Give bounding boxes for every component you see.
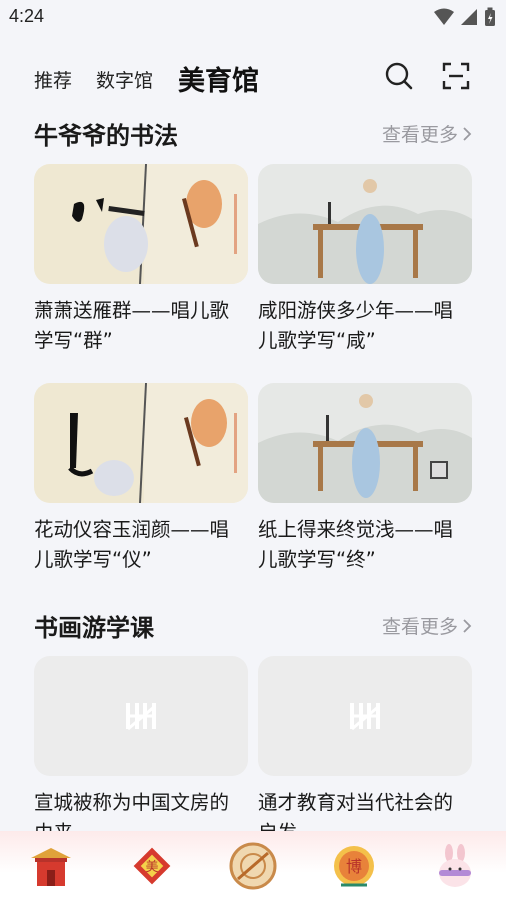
placeholder-logo-icon <box>350 703 380 731</box>
video-thumbnail <box>258 164 472 284</box>
bottom-nav-palace[interactable] <box>25 840 77 892</box>
video-thumbnail <box>34 383 248 503</box>
bottom-nav-knot[interactable]: 美 <box>126 840 178 892</box>
search-icon[interactable] <box>385 62 413 90</box>
bottom-nav-compass[interactable] <box>227 840 279 892</box>
battery-icon <box>485 7 495 26</box>
more-link-label: 查看更多 <box>381 616 458 638</box>
svg-text:美: 美 <box>145 860 158 875</box>
signal-icon <box>461 9 477 25</box>
video-card[interactable]: 纸上得来终觉浅——唱儿歌学写“终” <box>258 383 472 575</box>
section-title-calligraphy: 牛爷爷的书法 <box>34 122 178 150</box>
placeholder-logo-icon <box>126 703 156 731</box>
video-thumbnail <box>258 383 472 503</box>
chinese-knot-icon: 美 <box>133 847 171 885</box>
palace-icon <box>30 848 71 886</box>
section-title-painting-course: 书画游学课 <box>34 614 154 642</box>
bottom-nav: 美 博 <box>0 831 506 901</box>
tab-recommend[interactable]: 推荐 <box>34 66 72 93</box>
status-icons <box>434 7 496 27</box>
compass-icon <box>229 842 277 890</box>
rabbit-icon <box>439 844 472 887</box>
video-title: 咸阳游侠多少年——唱儿歌学写“咸” <box>258 299 454 352</box>
video-card[interactable]: 通才教育对当代社会的启发 <box>258 656 472 848</box>
video-card[interactable]: 萧萧送雁群——唱儿歌学写“群” <box>34 164 248 356</box>
wifi-icon <box>434 8 454 25</box>
status-bar: 4:24 <box>0 0 506 34</box>
status-time: 4:24 <box>9 6 45 26</box>
video-title: 纸上得来终觉浅——唱儿歌学写“终” <box>258 518 454 571</box>
bottom-nav-rabbit[interactable] <box>429 840 481 892</box>
museum-badge-icon: 博 <box>334 846 375 887</box>
more-link-painting-course[interactable]: 查看更多 <box>382 612 472 639</box>
chevron-right-icon <box>463 618 472 633</box>
video-title: 花动仪容玉润颜——唱儿歌学写“仪” <box>34 518 230 571</box>
thumbnail-placeholder <box>258 656 472 776</box>
video-title: 萧萧送雁群——唱儿歌学写“群” <box>34 299 230 352</box>
scan-icon[interactable] <box>442 62 470 90</box>
top-nav: 推荐 数字馆 美育馆 <box>0 50 506 102</box>
more-link-calligraphy[interactable]: 查看更多 <box>382 120 472 147</box>
svg-text:博: 博 <box>346 857 362 876</box>
more-link-label: 查看更多 <box>381 124 458 146</box>
video-card[interactable]: 咸阳游侠多少年——唱儿歌学写“咸” <box>258 164 472 356</box>
chevron-right-icon <box>463 126 472 141</box>
thumbnail-placeholder <box>34 656 248 776</box>
video-card[interactable]: 花动仪容玉润颜——唱儿歌学写“仪” <box>34 383 248 575</box>
tab-aesthetic-hall[interactable]: 美育馆 <box>178 59 259 98</box>
bottom-nav-museum[interactable]: 博 <box>328 840 380 892</box>
video-card[interactable]: 宣城被称为中国文房的由来 <box>34 656 248 848</box>
tab-digital-hall[interactable]: 数字馆 <box>96 66 153 93</box>
video-thumbnail <box>34 164 248 284</box>
